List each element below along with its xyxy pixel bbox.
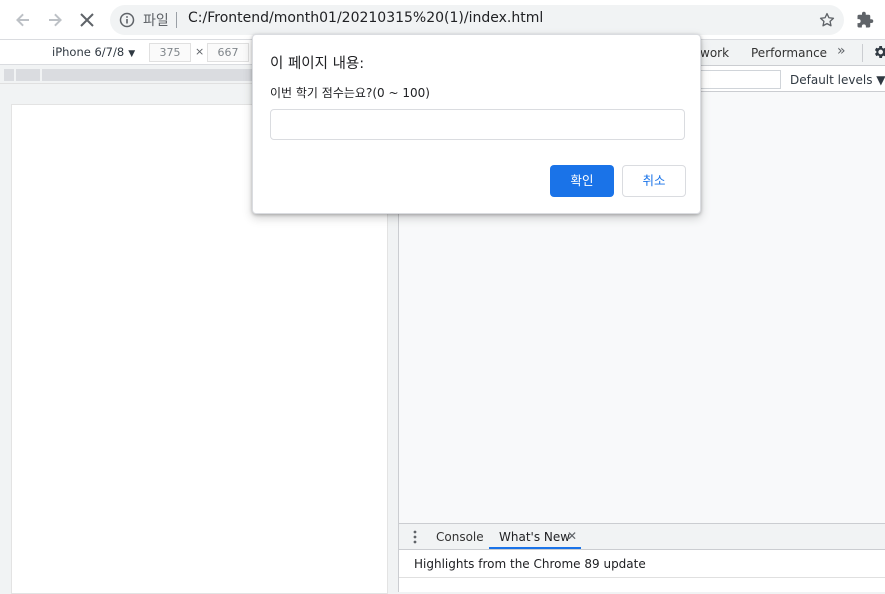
dialog-message: 이번 학기 점수는요?(0 ~ 100) [270, 86, 430, 100]
width-input[interactable]: 375 [149, 43, 191, 62]
dimension-times: × [195, 45, 205, 58]
more-tabs-button[interactable]: » [837, 43, 846, 59]
close-icon [80, 13, 94, 27]
kebab-menu-icon[interactable] [412, 530, 418, 544]
omnibox-divider [176, 12, 177, 28]
back-button[interactable] [9, 6, 37, 34]
arrow-right-icon [49, 13, 62, 27]
drawer-divider [399, 577, 885, 578]
file-chip-label: 파일 [143, 13, 169, 29]
gear-icon[interactable] [872, 44, 885, 60]
log-levels-dropdown[interactable]: Default levels ▼ [790, 73, 885, 87]
highlights-heading: Highlights from the Chrome 89 update [414, 557, 646, 571]
url-text[interactable]: C:/Frontend/month01/20210315%20(1)/index… [188, 10, 543, 26]
device-select[interactable]: iPhone 6/7/8 ▼ [52, 45, 135, 59]
ruler-segment [42, 69, 252, 81]
ruler-segment [4, 69, 14, 81]
active-tab-indicator [489, 547, 581, 549]
height-input[interactable]: 667 [207, 43, 249, 62]
device-name: iPhone 6/7/8 [52, 45, 125, 59]
tabbar-divider [862, 44, 863, 62]
cancel-button[interactable]: 취소 [622, 165, 686, 197]
console-filter-input[interactable] [700, 70, 781, 89]
forward-button[interactable] [41, 6, 69, 34]
prompt-input[interactable] [270, 109, 685, 140]
info-icon[interactable] [119, 12, 135, 28]
address-bar[interactable]: 파일 C:/Frontend/month01/20210315%20(1)/in… [110, 5, 844, 35]
star-bookmark-icon[interactable] [818, 11, 836, 29]
arrow-left-icon [16, 13, 29, 27]
tab-performance[interactable]: Performance [751, 46, 827, 60]
dialog-title: 이 페이지 내용: [270, 56, 365, 72]
prompt-dialog: 이 페이지 내용: 이번 학기 점수는요?(0 ~ 100) 확인 취소 [252, 34, 701, 214]
ruler-segment [16, 69, 40, 81]
caret-down-icon: ▼ [128, 49, 136, 59]
close-tab-icon[interactable]: ✕ [567, 529, 577, 543]
drawer-tab-whats-new[interactable]: What's New [499, 530, 570, 544]
puzzle-extensions-icon[interactable] [856, 11, 874, 29]
tab-network[interactable]: work [700, 46, 729, 60]
drawer-tab-console[interactable]: Console [436, 530, 484, 544]
stop-loading-button[interactable] [73, 6, 101, 34]
ok-button[interactable]: 확인 [550, 165, 614, 197]
